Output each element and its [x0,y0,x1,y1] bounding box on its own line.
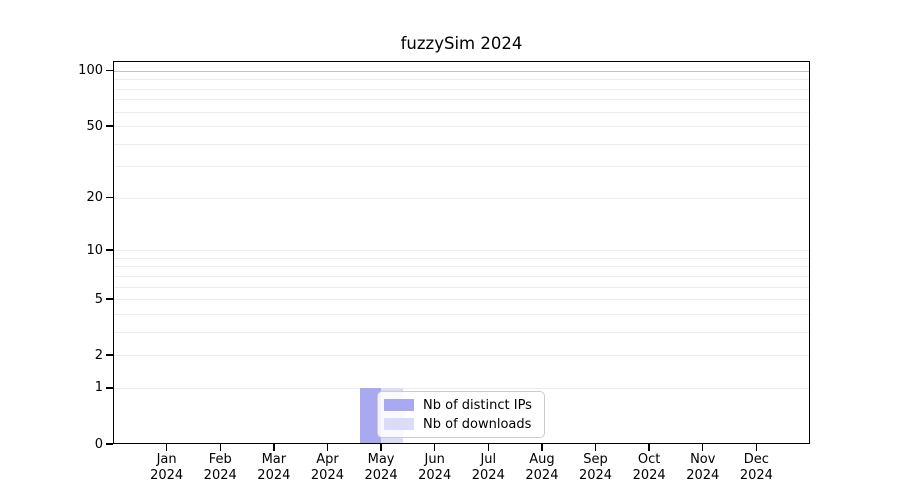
gridline-minor [113,332,810,333]
x-label-month: Dec [721,452,791,468]
gridline-minor [113,112,810,113]
y-axis-tick [106,70,113,71]
x-axis-tick [756,444,757,451]
legend-item: Nb of downloads [384,417,544,432]
gridline-minor [113,89,810,90]
gridline-minor [113,126,810,127]
x-axis-tick [166,444,167,451]
y-axis-tick-label: 2 [43,349,103,362]
y-axis-tick [106,197,113,198]
y-axis-tick [106,249,113,250]
gridline-minor [113,355,810,356]
gridline-minor [113,144,810,145]
plot-area: Nb of distinct IPsNb of downloads 012510… [113,61,810,444]
x-axis-tick [595,444,596,451]
gridline-minor [113,388,810,389]
gridline-minor [113,166,810,167]
figure: fuzzySim 2024 Nb of distinct IPs Nb of do… [0,0,900,500]
gridline-minor [113,299,810,300]
legend-swatch [384,418,414,430]
y-axis-tick-label: 10 [43,244,103,257]
y-axis-tick [106,125,113,126]
x-axis-tick [220,444,221,451]
y-axis-tick-label: 20 [43,191,103,204]
x-axis-tick [488,444,489,451]
gridline-minor [113,314,810,315]
gridline-minor [113,79,810,80]
x-axis-tick [273,444,274,451]
y-axis-tick-label: 0 [43,438,103,451]
gridline-minor [113,258,810,259]
y-axis-tick-label: 1 [43,381,103,394]
y-axis-tick-label: 5 [43,293,103,306]
x-axis-tick-label: Dec2024 [721,452,791,484]
gridline-minor [113,276,810,277]
plot-border [113,61,810,444]
y-axis-tick [106,443,113,444]
gridline-minor [113,266,810,267]
legend-swatch [384,399,414,411]
y-axis-tick [106,354,113,355]
y-axis-tick [106,298,113,299]
legend-label: Nb of distinct IPs [423,398,532,413]
gridline-minor [113,250,810,251]
y-axis-tick [106,387,113,388]
x-axis-tick [327,444,328,451]
x-axis-tick [541,444,542,451]
x-axis-tick [380,444,381,451]
x-axis-tick [702,444,703,451]
legend-item: Nb of distinct IPs [384,398,544,413]
y-axis-tick-label: 100 [43,64,103,77]
x-label-year: 2024 [721,468,791,484]
chart-title: fuzzySim 2024 [113,34,810,53]
legend-label: Nb of downloads [423,417,531,432]
gridline-minor [113,287,810,288]
x-axis-tick [648,444,649,451]
x-axis-tick [434,444,435,451]
gridline-minor [113,99,810,100]
legend: Nb of distinct IPs Nb of downloads [377,391,545,438]
y-axis-tick-label: 50 [43,120,103,133]
gridline-minor [113,198,810,199]
gridline-major [113,71,810,72]
